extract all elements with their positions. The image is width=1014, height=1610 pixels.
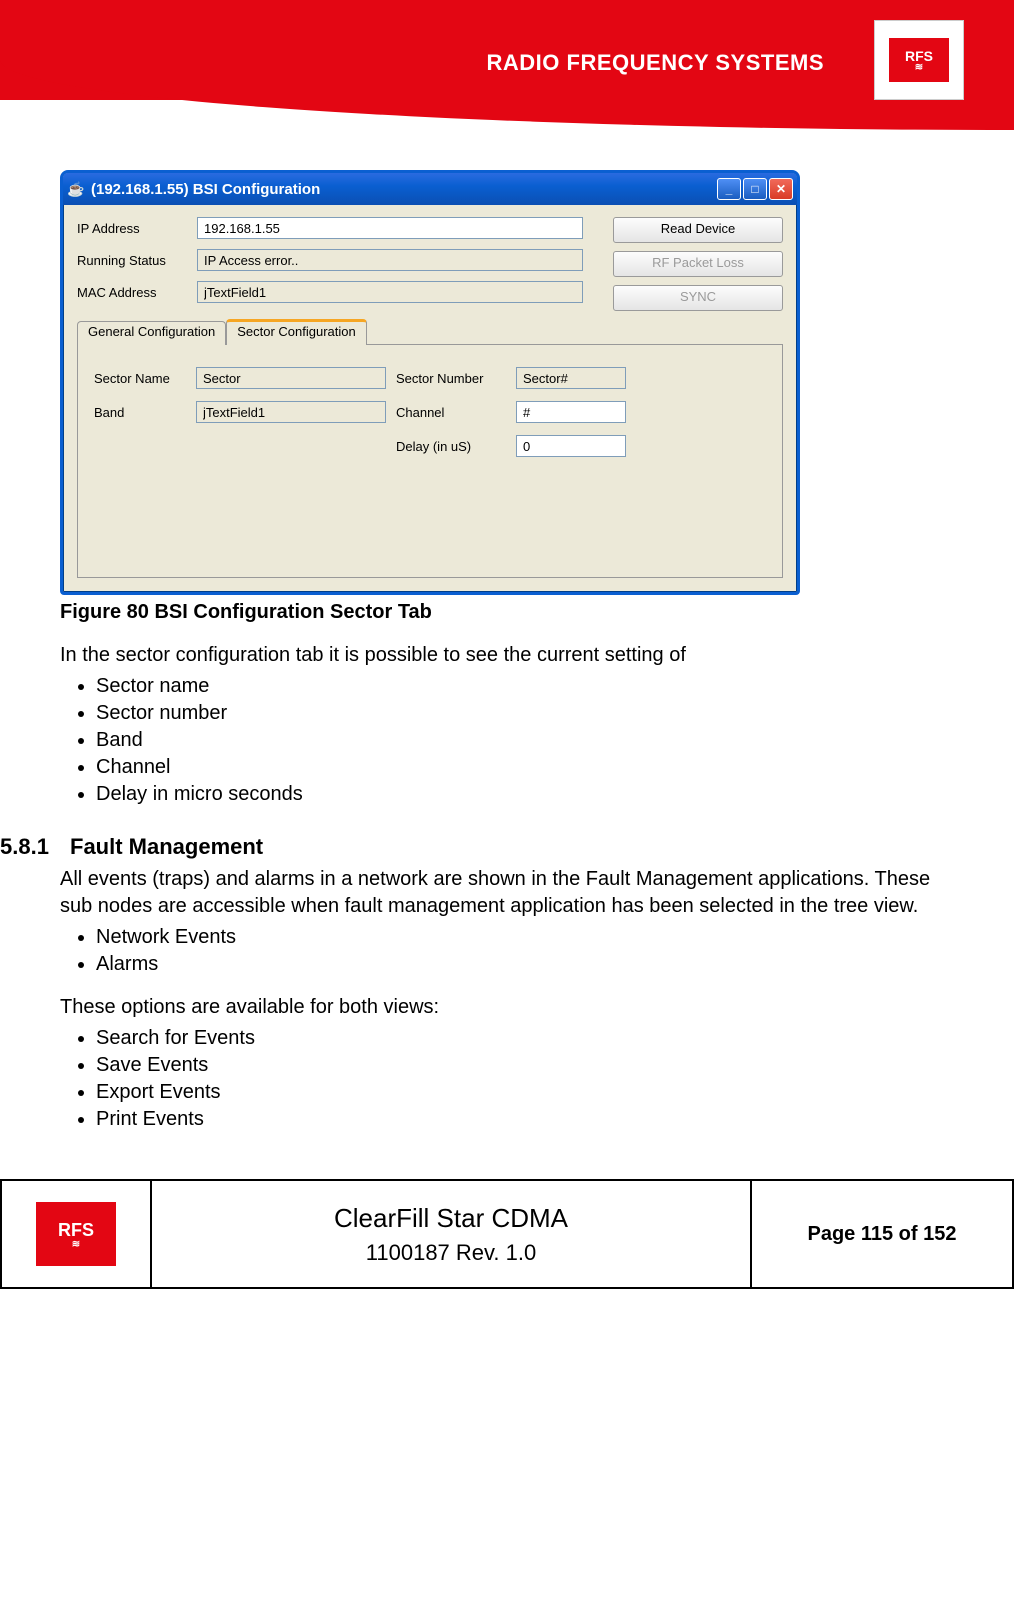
page-header: RADIO FREQUENCY SYSTEMS RFS ≋ <box>0 0 1014 130</box>
mac-address-label: MAC Address <box>77 285 197 300</box>
ip-address-label: IP Address <box>77 221 197 236</box>
sector-tab-panel: Sector Name Sector Number Band Channel D… <box>77 344 783 578</box>
section-heading: 5.8.1 Fault Management <box>60 834 964 860</box>
band-label: Band <box>94 405 186 420</box>
fault-paragraph-1: All events (traps) and alarms in a netwo… <box>60 866 964 920</box>
sector-number-label: Sector Number <box>396 371 506 386</box>
close-button[interactable]: ✕ <box>769 178 793 200</box>
page-footer: RFS ≋ ClearFill Star CDMA 1100187 Rev. 1… <box>0 1179 1014 1289</box>
list-item: Band <box>96 729 964 752</box>
list-item: Print Events <box>96 1108 964 1131</box>
bullet-list-3: Search for Events Save Events Export Eve… <box>96 1027 964 1131</box>
minimize-button[interactable]: _ <box>717 178 741 200</box>
sync-button[interactable]: SYNC <box>613 285 783 311</box>
band-field[interactable] <box>196 401 386 423</box>
list-item: Save Events <box>96 1054 964 1077</box>
bsi-config-window: ☕ (192.168.1.55) BSI Configuration _ □ ✕… <box>60 170 800 595</box>
list-item: Delay in micro seconds <box>96 783 964 806</box>
footer-logo-text: RFS <box>58 1220 94 1241</box>
section-title: Fault Management <box>70 834 263 860</box>
sector-number-field[interactable] <box>516 367 626 389</box>
footer-rfs-logo: RFS ≋ <box>36 1202 116 1266</box>
read-device-button[interactable]: Read Device <box>613 217 783 243</box>
tab-general-configuration[interactable]: General Configuration <box>77 321 226 345</box>
maximize-button[interactable]: □ <box>743 178 767 200</box>
page-number: Page 115 of 152 <box>808 1223 957 1246</box>
figure-caption: Figure 80 BSI Configuration Sector Tab <box>60 601 964 624</box>
list-item: Channel <box>96 756 964 779</box>
list-item: Sector name <box>96 675 964 698</box>
window-title: (192.168.1.55) BSI Configuration <box>91 181 320 198</box>
list-item: Search for Events <box>96 1027 964 1050</box>
wave-icon: ≋ <box>915 64 923 72</box>
section-number: 5.8.1 <box>0 834 70 860</box>
tab-sector-configuration[interactable]: Sector Configuration <box>226 319 367 345</box>
channel-label: Channel <box>396 405 506 420</box>
java-icon: ☕ <box>67 180 85 198</box>
running-status-field <box>197 249 583 271</box>
fault-paragraph-2: These options are available for both vie… <box>60 994 964 1021</box>
wave-icon: ≋ <box>72 1241 80 1249</box>
list-item: Network Events <box>96 926 964 949</box>
rf-packet-loss-button[interactable]: RF Packet Loss <box>613 251 783 277</box>
footer-subtitle: 1100187 Rev. 1.0 <box>366 1240 536 1266</box>
bullet-list-1: Sector name Sector number Band Channel D… <box>96 675 964 806</box>
running-status-label: Running Status <box>77 253 197 268</box>
rfs-logo: RFS ≋ <box>874 20 964 100</box>
bullet-list-2: Network Events Alarms <box>96 926 964 976</box>
sector-name-label: Sector Name <box>94 371 186 386</box>
footer-title: ClearFill Star CDMA <box>334 1203 568 1234</box>
brand-text: RADIO FREQUENCY SYSTEMS <box>487 50 824 76</box>
window-titlebar[interactable]: ☕ (192.168.1.55) BSI Configuration _ □ ✕ <box>63 173 797 205</box>
delay-field[interactable] <box>516 435 626 457</box>
list-item: Export Events <box>96 1081 964 1104</box>
ip-address-input[interactable] <box>197 217 583 239</box>
sector-name-field[interactable] <box>196 367 386 389</box>
delay-label: Delay (in uS) <box>396 439 506 454</box>
intro-paragraph: In the sector configuration tab it is po… <box>60 642 964 669</box>
mac-address-field <box>197 281 583 303</box>
channel-field[interactable] <box>516 401 626 423</box>
list-item: Sector number <box>96 702 964 725</box>
list-item: Alarms <box>96 953 964 976</box>
